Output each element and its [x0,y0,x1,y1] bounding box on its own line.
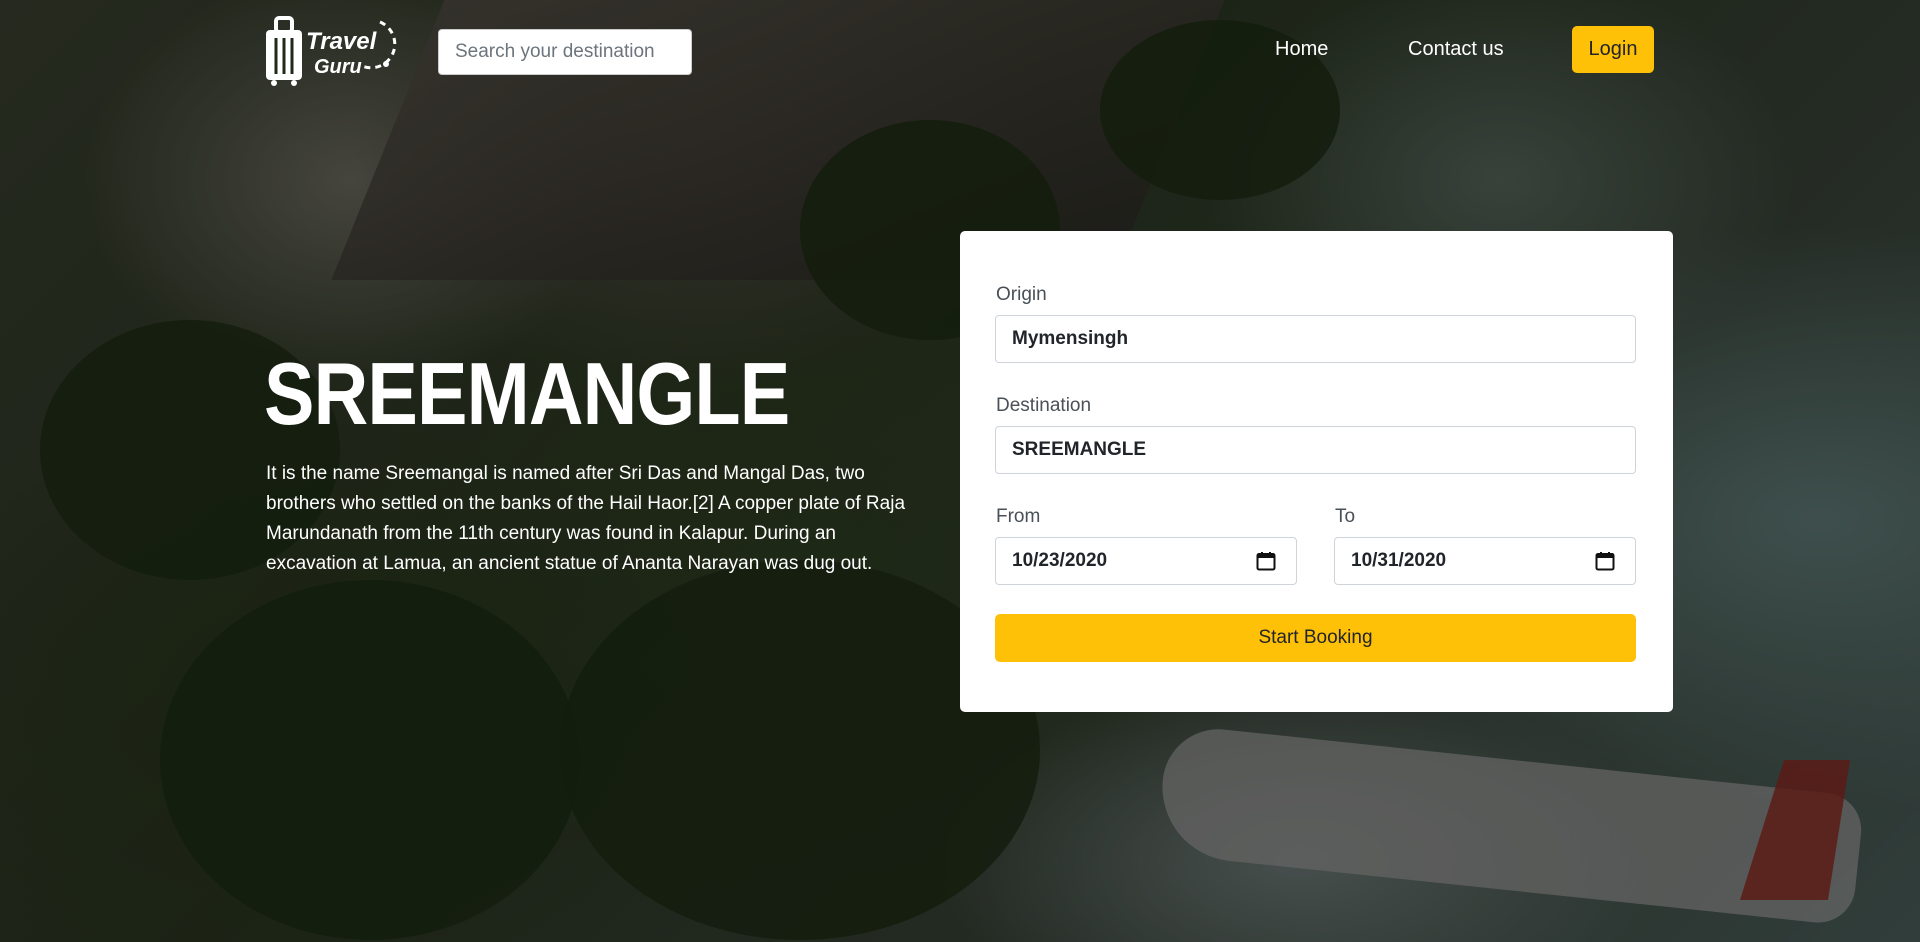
from-date-value: 10/23/2020 [1012,550,1108,571]
destination-input[interactable]: SREEMANGLE [995,426,1636,474]
destination-title: SREEMANGLE [264,344,790,443]
origin-input[interactable]: Mymensingh [995,315,1636,363]
to-date-label: To [1335,506,1356,527]
destination-search-input[interactable] [438,29,692,75]
logo-text-travel: Travel [306,28,377,55]
navbar: Travel Guru Home Contact us Login [0,0,1920,100]
to-date-value: 10/31/2020 [1351,550,1447,571]
destination-label: Destination [996,395,1092,416]
destination-description: It is the name Sreemangal is named after… [266,463,906,574]
start-booking-button[interactable]: Start Booking [995,614,1636,662]
origin-label: Origin [996,284,1047,305]
origin-value: Mymensingh [1012,328,1129,349]
to-date-input[interactable]: 10/31/2020 [1334,537,1636,585]
from-date-input[interactable]: 10/23/2020 [995,537,1297,585]
nav-home-link[interactable]: Home [1275,38,1328,61]
travel-guru-logo[interactable]: Travel Guru [262,14,422,88]
booking-form-card: Origin Mymensingh Destination SREEMANGLE… [960,231,1673,712]
calendar-icon[interactable] [1595,551,1615,571]
destination-value: SREEMANGLE [1012,439,1147,460]
logo-text-guru: Guru [314,56,362,78]
calendar-icon[interactable] [1256,551,1276,571]
from-date-label: From [996,506,1041,527]
nav-contact-link[interactable]: Contact us [1408,38,1504,61]
login-button[interactable]: Login [1572,26,1654,73]
